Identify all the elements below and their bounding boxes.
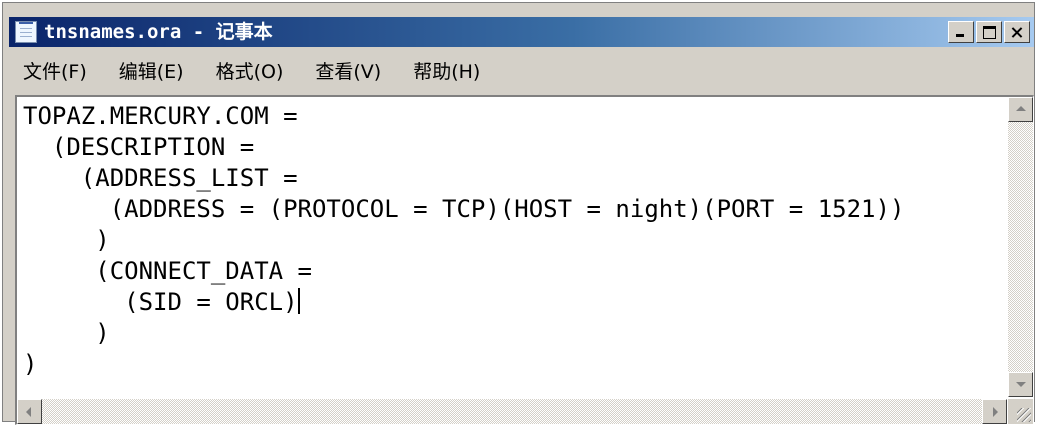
arrow-up-icon (1016, 106, 1026, 111)
text-line: (ADDRESS = (PROTOCOL = TCP)(HOST = night… (23, 195, 905, 223)
text-editor[interactable]: TOPAZ.MERCURY.COM = (DESCRIPTION = (ADDR… (15, 95, 1034, 425)
minimize-button[interactable] (948, 21, 974, 43)
arrow-right-icon (993, 407, 998, 417)
text-caret (297, 288, 300, 314)
notepad-window: tnsnames.ora - 记事本 文件(F) 编辑(E) 格式(O) 查看(… (2, 2, 1035, 425)
resize-grip-icon[interactable] (1008, 399, 1033, 424)
text-line: ) (23, 226, 110, 254)
title-bar[interactable]: tnsnames.ora - 记事本 (9, 17, 1034, 47)
text-line: (SID = ORCL) (23, 288, 298, 316)
menu-file[interactable]: 文件(F) (23, 57, 87, 84)
close-button[interactable] (1004, 21, 1030, 43)
arrow-left-icon (26, 407, 31, 417)
horizontal-scrollbar[interactable] (17, 399, 1007, 424)
menu-format[interactable]: 格式(O) (216, 57, 284, 84)
caption-buttons (948, 21, 1030, 43)
maximize-button[interactable] (976, 21, 1002, 43)
text-line: (DESCRIPTION = (23, 133, 255, 161)
text-line: (ADDRESS_LIST = (23, 164, 298, 192)
menu-help[interactable]: 帮助(H) (413, 57, 480, 84)
text-line: TOPAZ.MERCURY.COM = (23, 102, 298, 130)
text-content[interactable]: TOPAZ.MERCURY.COM = (DESCRIPTION = (ADDR… (23, 101, 1003, 391)
arrow-down-icon (1016, 382, 1026, 387)
menu-view[interactable]: 查看(V) (315, 57, 381, 84)
text-line-cursor: (SID = ORCL) (23, 287, 1003, 318)
window-title: tnsnames.ora - 记事本 (44, 21, 273, 43)
menu-bar: 文件(F) 编辑(E) 格式(O) 查看(V) 帮助(H) (9, 53, 1034, 87)
vertical-scrollbar[interactable] (1008, 97, 1033, 397)
scroll-down-button[interactable] (1008, 372, 1033, 397)
notepad-icon[interactable] (15, 21, 37, 43)
scroll-right-button[interactable] (982, 399, 1007, 424)
text-line: (CONNECT_DATA = (23, 257, 312, 285)
text-line: ) (23, 319, 110, 347)
menu-edit[interactable]: 编辑(E) (119, 57, 184, 84)
text-line: ) (23, 350, 38, 378)
scroll-up-button[interactable] (1008, 97, 1033, 122)
scroll-left-button[interactable] (17, 399, 42, 424)
